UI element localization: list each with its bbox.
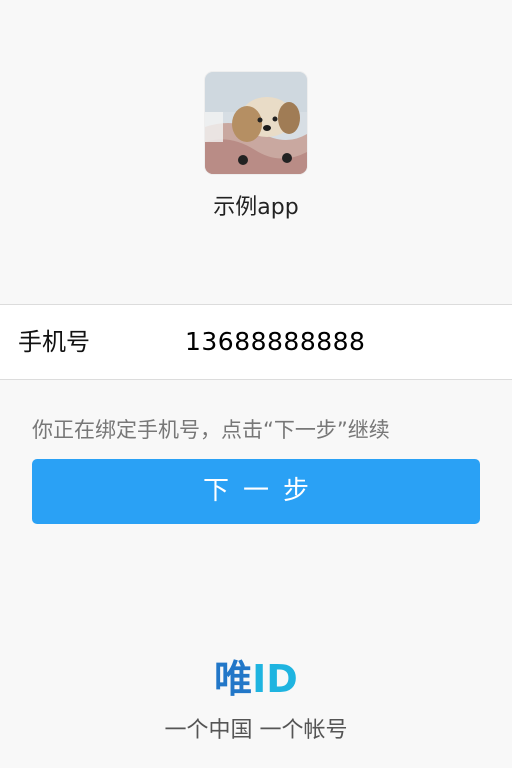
brand-id-text: ID: [252, 657, 298, 701]
phone-number-value: 13688888888: [185, 327, 366, 356]
brand-cn-text: 唯: [214, 657, 253, 701]
app-name: 示例app: [213, 195, 299, 220]
phone-label: 手机号: [18, 328, 90, 356]
app-logo: [205, 72, 307, 174]
dog-photo-icon: [205, 72, 307, 174]
phone-row: 手机号 13688888888: [0, 304, 512, 380]
bind-hint-text: 你正在绑定手机号，点击“下一步”继续: [32, 418, 390, 442]
next-step-button[interactable]: 下一步: [32, 459, 480, 524]
brand-slogan: 一个中国 一个帐号: [164, 718, 348, 743]
brand-logo: 唯ID: [0, 652, 512, 706]
